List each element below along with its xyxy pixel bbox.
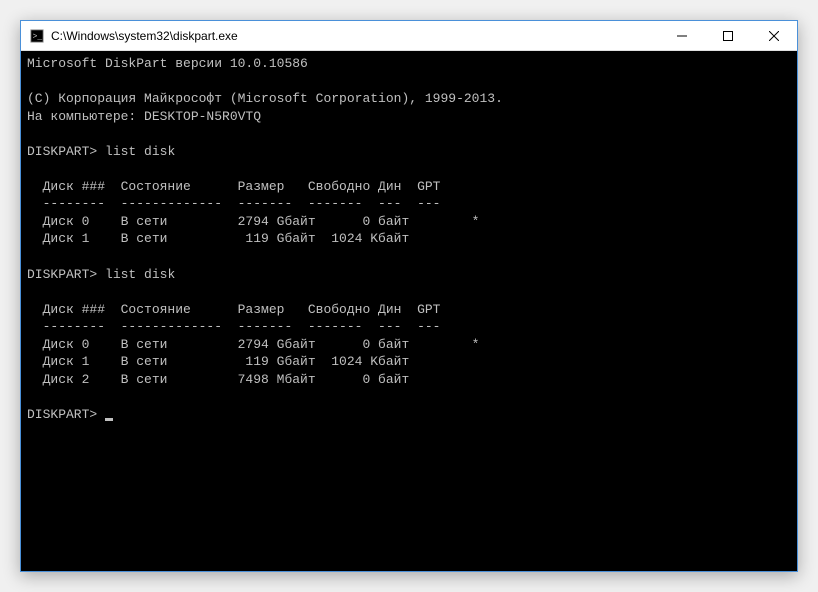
command-text: list disk xyxy=(105,144,175,159)
minimize-button[interactable] xyxy=(659,21,705,51)
table-divider: -------- ------------- ------- ------- -… xyxy=(27,319,440,334)
table-row: Диск 0 В сети 2794 Gбайт 0 байт * xyxy=(27,214,479,229)
console-window: >_ C:\Windows\system32\diskpart.exe Micr… xyxy=(20,20,798,572)
table-row: Диск 0 В сети 2794 Gбайт 0 байт * xyxy=(27,337,479,352)
version-line: Microsoft DiskPart версии 10.0.10586 xyxy=(27,56,308,71)
prompt: DISKPART> xyxy=(27,144,97,159)
terminal-output[interactable]: Microsoft DiskPart версии 10.0.10586 (C)… xyxy=(21,51,797,571)
cursor-icon xyxy=(105,418,113,421)
computer-line: На компьютере: DESKTOP-N5R0VTQ xyxy=(27,109,261,124)
table-row: Диск 1 В сети 119 Gбайт 1024 Kбайт xyxy=(27,354,409,369)
command-text: list disk xyxy=(105,267,175,282)
table-row: Диск 1 В сети 119 Gбайт 1024 Kбайт xyxy=(27,231,409,246)
svg-text:>_: >_ xyxy=(33,32,43,41)
app-icon: >_ xyxy=(29,28,45,44)
window-controls xyxy=(659,21,797,51)
prompt: DISKPART> xyxy=(27,407,97,422)
titlebar[interactable]: >_ C:\Windows\system32\diskpart.exe xyxy=(21,21,797,51)
window-title: C:\Windows\system32\diskpart.exe xyxy=(51,29,659,43)
table-row: Диск 2 В сети 7498 Mбайт 0 байт xyxy=(27,372,409,387)
prompt: DISKPART> xyxy=(27,267,97,282)
close-button[interactable] xyxy=(751,21,797,51)
maximize-button[interactable] xyxy=(705,21,751,51)
copyright-line: (C) Корпорация Майкрософт (Microsoft Cor… xyxy=(27,91,503,106)
table-header: Диск ### Состояние Размер Свободно Дин G… xyxy=(27,179,440,194)
table-divider: -------- ------------- ------- ------- -… xyxy=(27,196,440,211)
table-header: Диск ### Состояние Размер Свободно Дин G… xyxy=(27,302,440,317)
